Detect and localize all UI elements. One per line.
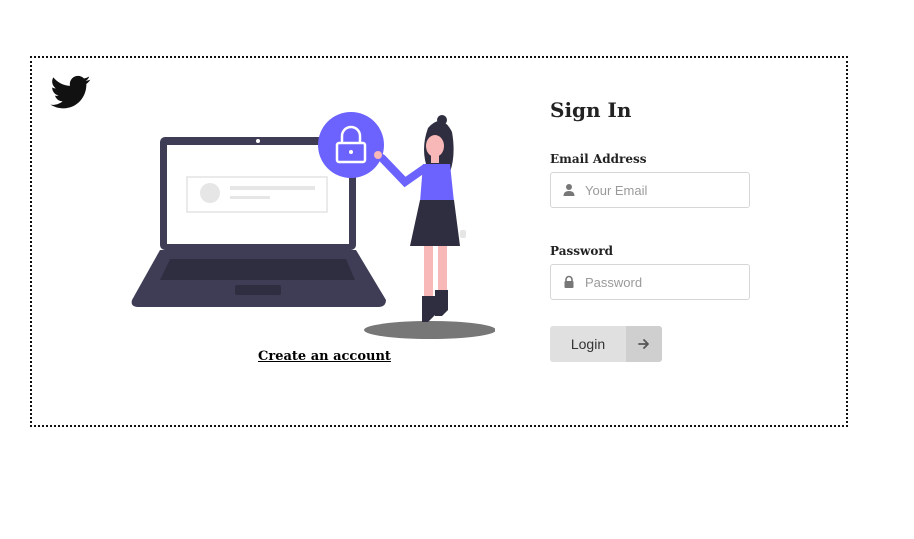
email-field[interactable] <box>585 173 745 207</box>
arrow-right-icon <box>626 326 662 362</box>
password-group: Password <box>550 244 770 300</box>
login-card: Create an account Sign In Email Address … <box>30 56 848 427</box>
login-button[interactable]: Login <box>550 326 662 362</box>
create-account-link[interactable]: Create an account <box>258 349 391 364</box>
password-field-wrapper <box>550 264 750 300</box>
email-label: Email Address <box>550 152 647 166</box>
twitter-bird-icon[interactable] <box>48 72 94 112</box>
lock-icon <box>564 275 574 288</box>
user-icon <box>563 184 575 196</box>
signin-form: Sign In Email Address Password <box>550 98 770 362</box>
login-button-label: Login <box>550 326 626 362</box>
password-field[interactable] <box>585 265 745 299</box>
page-title: Sign In <box>550 98 632 122</box>
email-field-wrapper <box>550 172 750 208</box>
laptop-woman-lock-illustration <box>131 112 495 339</box>
password-label: Password <box>550 244 614 258</box>
email-group: Email Address <box>550 152 770 208</box>
